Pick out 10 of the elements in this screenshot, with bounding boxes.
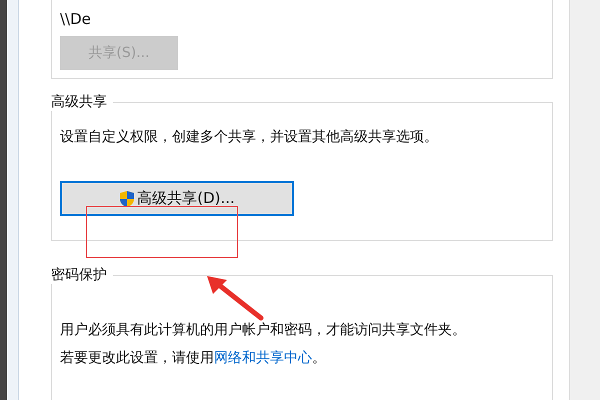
- description: 设置自定义权限，创建多个共享，并设置其他高级共享选项。: [60, 128, 439, 147]
- advanced-sharing-button[interactable]: 高级共享(D)...: [60, 181, 294, 216]
- network-path: \\De: [60, 10, 92, 28]
- group-title: 密码保护: [51, 266, 113, 284]
- shield-icon: [119, 190, 136, 208]
- description: 用户必须具有此计算机的用户帐户和密码，才能访问共享文件夹。: [60, 321, 467, 340]
- settings-hint: 若要更改此设置，请使用网络和共享中心。: [60, 349, 327, 368]
- network-center-link[interactable]: 网络和共享中心: [214, 350, 312, 366]
- pointer-arrow: [205, 274, 265, 322]
- group-title: 高级共享: [51, 93, 113, 111]
